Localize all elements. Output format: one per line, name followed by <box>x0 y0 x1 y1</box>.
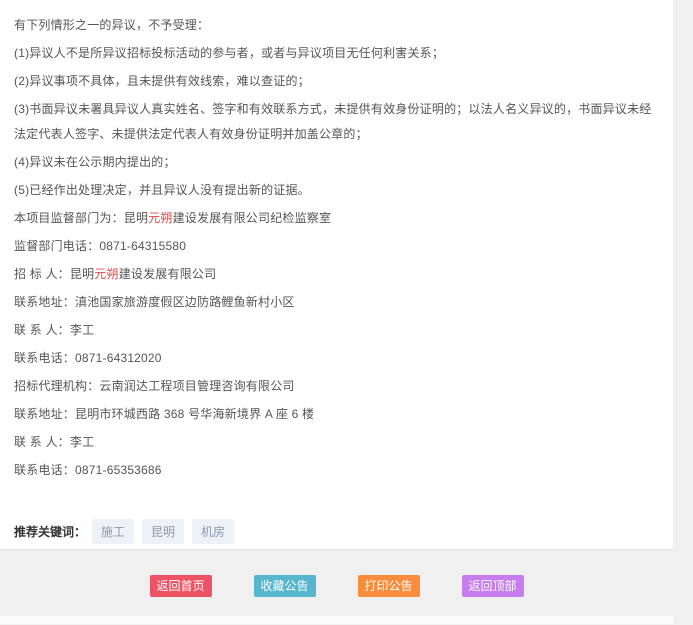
objection-item-1: (1)异议人不是所异议招标投标活动的参与者，或者与异议项目无任何利害关系； <box>14 41 657 66</box>
favorite-notice-button[interactable]: 收藏公告 <box>254 575 316 597</box>
supervision-dept-suffix: 建设发展有限公司纪检监察室 <box>173 211 332 225</box>
highlight-keyword-yuanshuo: 元朔 <box>148 211 172 225</box>
keyword-tag-construction[interactable]: 施工 <box>92 519 134 544</box>
objection-item-3: (3)书面异议未署具异议人真实姓名、签字和有效联系方式，未提供有效身份证明的；以… <box>14 97 657 147</box>
tenderer-address-line: 联系地址：滇池国家旅游度假区边防路鲤鱼新村小区 <box>14 290 657 315</box>
objection-item-4: (4)异议未在公示期内提出的； <box>14 150 657 175</box>
next-section-edge <box>0 616 673 624</box>
recommended-keywords-row: 推荐关键词： 施工 昆明 机房 <box>14 519 657 544</box>
tenderer-name-prefix: 招 标 人：昆明 <box>14 267 94 281</box>
tenderer-name-line: 招 标 人：昆明元朔建设发展有限公司 <box>14 262 657 287</box>
announcement-article: 有下列情形之一的异议，不予受理： (1)异议人不是所异议招标投标活动的参与者，或… <box>0 0 673 550</box>
objection-item-5: (5)已经作出处理决定，并且异议人没有提出新的证据。 <box>14 178 657 203</box>
keyword-tag-kunming[interactable]: 昆明 <box>142 519 184 544</box>
agency-phone-line: 联系电话：0871-65353686 <box>14 458 657 483</box>
footer-action-bar: 返回首页 收藏公告 打印公告 返回顶部 <box>0 550 673 616</box>
back-to-top-button[interactable]: 返回顶部 <box>462 575 524 597</box>
keyword-tag-machine-room[interactable]: 机房 <box>192 519 234 544</box>
agency-address-line: 联系地址：昆明市环城西路 368 号华海新境界 A 座 6 楼 <box>14 402 657 427</box>
tenderer-contact-line: 联 系 人：李工 <box>14 318 657 343</box>
highlight-keyword-yuanshuo: 元朔 <box>94 267 118 281</box>
supervision-phone-line: 监督部门电话：0871-64315580 <box>14 234 657 259</box>
recommended-keywords-label: 推荐关键词： <box>14 523 86 540</box>
supervision-dept-line: 本项目监督部门为：昆明元朔建设发展有限公司纪检监察室 <box>14 206 657 231</box>
back-home-button[interactable]: 返回首页 <box>150 575 212 597</box>
supervision-dept-prefix: 本项目监督部门为：昆明 <box>14 211 148 225</box>
tenderer-name-suffix: 建设发展有限公司 <box>119 267 217 281</box>
agency-name-line: 招标代理机构：云南润达工程项目管理咨询有限公司 <box>14 374 657 399</box>
objection-intro-line: 有下列情形之一的异议，不予受理： <box>14 13 657 38</box>
print-notice-button[interactable]: 打印公告 <box>358 575 420 597</box>
agency-contact-line: 联 系 人：李工 <box>14 430 657 455</box>
tenderer-phone-line: 联系电话：0871-64312020 <box>14 346 657 371</box>
objection-item-2: (2)异议事项不具体，且未提供有效线索，难以查证的； <box>14 69 657 94</box>
